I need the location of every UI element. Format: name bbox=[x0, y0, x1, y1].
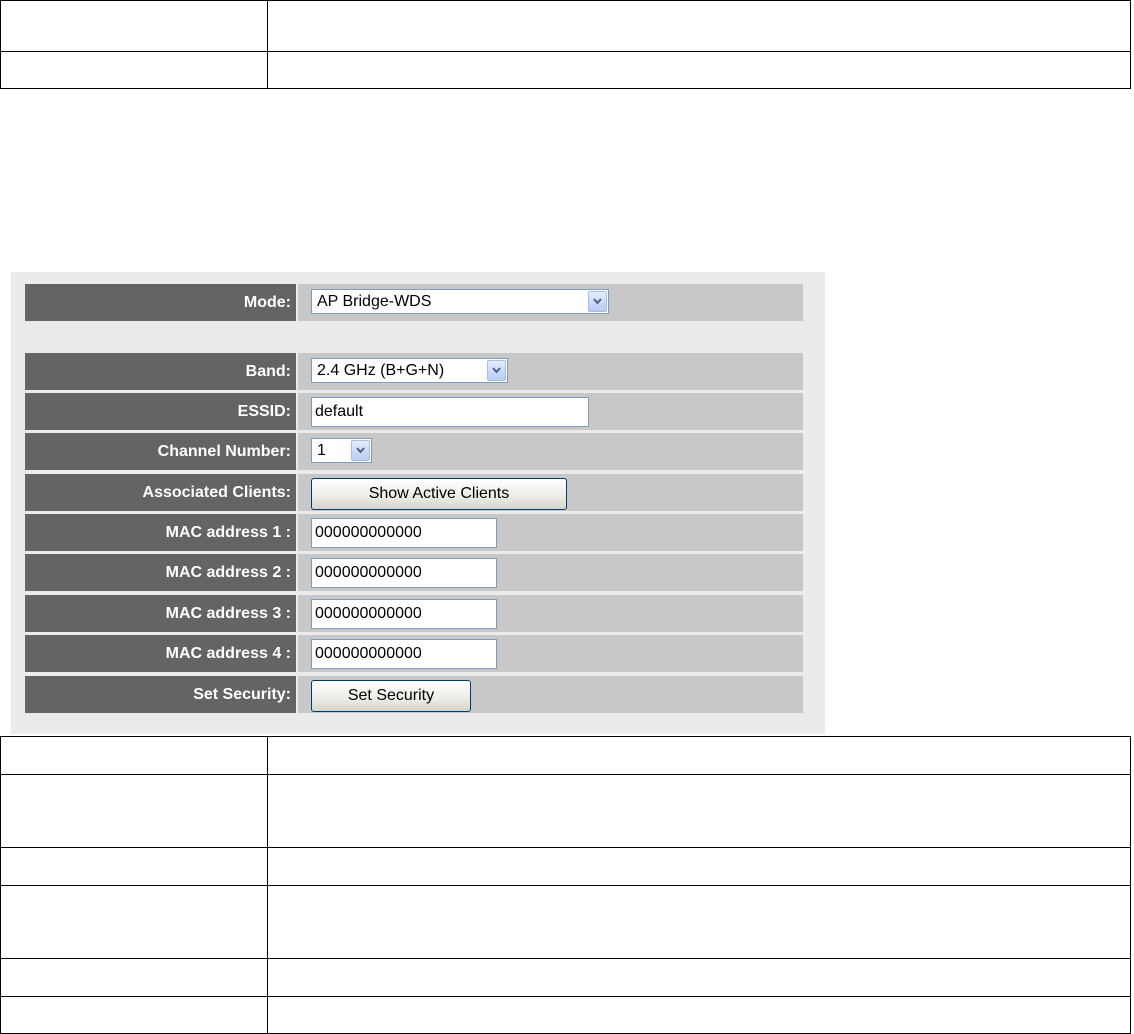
mac-address-2-input[interactable]: 000000000000 bbox=[311, 558, 497, 588]
document-table-top bbox=[0, 0, 1131, 89]
mode-selected-value: AP Bridge-WDS bbox=[317, 293, 432, 310]
mac-address-4-input[interactable]: 000000000000 bbox=[311, 639, 497, 669]
set-security-value-cell: Set Security bbox=[298, 676, 803, 713]
mac-address-1-label: MAC address 1 : bbox=[25, 514, 296, 551]
essid-value-cell: default bbox=[298, 393, 803, 430]
band-value-cell: 2.4 GHz (B+G+N) bbox=[298, 353, 803, 390]
table-cell bbox=[267, 736, 1131, 775]
wireless-settings-panel: Mode: AP Bridge-WDS Band: 2.4 GHz (B+G+N… bbox=[11, 272, 825, 734]
document-table-bottom bbox=[0, 736, 1131, 1034]
table-cell bbox=[267, 885, 1131, 959]
channel-select[interactable]: 1 bbox=[311, 438, 372, 463]
table-cell bbox=[0, 885, 268, 959]
channel-selected-value: 1 bbox=[317, 442, 326, 459]
mode-value-cell: AP Bridge-WDS bbox=[298, 284, 803, 321]
mac-address-4-label: MAC address 4 : bbox=[25, 635, 296, 672]
essid-input[interactable]: default bbox=[311, 397, 589, 427]
associated-clients-row: Associated Clients: Show Active Clients bbox=[25, 474, 803, 511]
channel-value-cell: 1 bbox=[298, 433, 803, 470]
mac-address-2-value-cell: 000000000000 bbox=[298, 554, 803, 591]
table-cell bbox=[0, 774, 268, 848]
mac-address-1-row: MAC address 1 : 000000000000 bbox=[25, 514, 803, 551]
table-cell bbox=[267, 0, 1131, 52]
show-active-clients-button[interactable]: Show Active Clients bbox=[311, 478, 567, 510]
mac-address-4-row: MAC address 4 : 000000000000 bbox=[25, 635, 803, 672]
mac-address-1-value-cell: 000000000000 bbox=[298, 514, 803, 551]
essid-label: ESSID: bbox=[25, 393, 296, 430]
table-cell bbox=[267, 774, 1131, 848]
mode-row: Mode: AP Bridge-WDS bbox=[25, 284, 803, 321]
set-security-row: Set Security: Set Security bbox=[25, 676, 803, 713]
channel-row: Channel Number: 1 bbox=[25, 433, 803, 470]
band-label: Band: bbox=[25, 353, 296, 390]
mac-address-3-value-cell: 000000000000 bbox=[298, 595, 803, 632]
essid-row: ESSID: default bbox=[25, 393, 803, 430]
mode-label: Mode: bbox=[25, 284, 296, 321]
mac-address-2-row: MAC address 2 : 000000000000 bbox=[25, 554, 803, 591]
table-cell bbox=[0, 958, 268, 997]
band-select[interactable]: 2.4 GHz (B+G+N) bbox=[311, 358, 508, 383]
table-cell bbox=[0, 736, 268, 775]
mode-select[interactable]: AP Bridge-WDS bbox=[311, 289, 609, 314]
mac-address-3-input[interactable]: 000000000000 bbox=[311, 599, 497, 629]
mac-address-3-label: MAC address 3 : bbox=[25, 595, 296, 632]
table-cell bbox=[0, 51, 268, 89]
table-cell bbox=[0, 0, 268, 52]
mac-address-2-label: MAC address 2 : bbox=[25, 554, 296, 591]
table-cell bbox=[0, 996, 268, 1034]
mac-address-1-input[interactable]: 000000000000 bbox=[311, 518, 497, 548]
chevron-down-icon[interactable] bbox=[588, 291, 607, 312]
set-security-button[interactable]: Set Security bbox=[311, 680, 471, 712]
chevron-down-icon[interactable] bbox=[351, 440, 370, 461]
channel-label: Channel Number: bbox=[25, 433, 296, 470]
set-security-label: Set Security: bbox=[25, 676, 296, 713]
associated-clients-label: Associated Clients: bbox=[25, 474, 296, 511]
band-row: Band: 2.4 GHz (B+G+N) bbox=[25, 353, 803, 390]
table-cell bbox=[267, 996, 1131, 1034]
chevron-down-icon[interactable] bbox=[487, 360, 506, 381]
table-cell bbox=[267, 847, 1131, 886]
associated-clients-value-cell: Show Active Clients bbox=[298, 474, 803, 511]
band-selected-value: 2.4 GHz (B+G+N) bbox=[317, 362, 445, 379]
mac-address-4-value-cell: 000000000000 bbox=[298, 635, 803, 672]
table-cell bbox=[0, 847, 268, 886]
table-cell bbox=[267, 958, 1131, 997]
table-cell bbox=[267, 51, 1131, 89]
mac-address-3-row: MAC address 3 : 000000000000 bbox=[25, 595, 803, 632]
